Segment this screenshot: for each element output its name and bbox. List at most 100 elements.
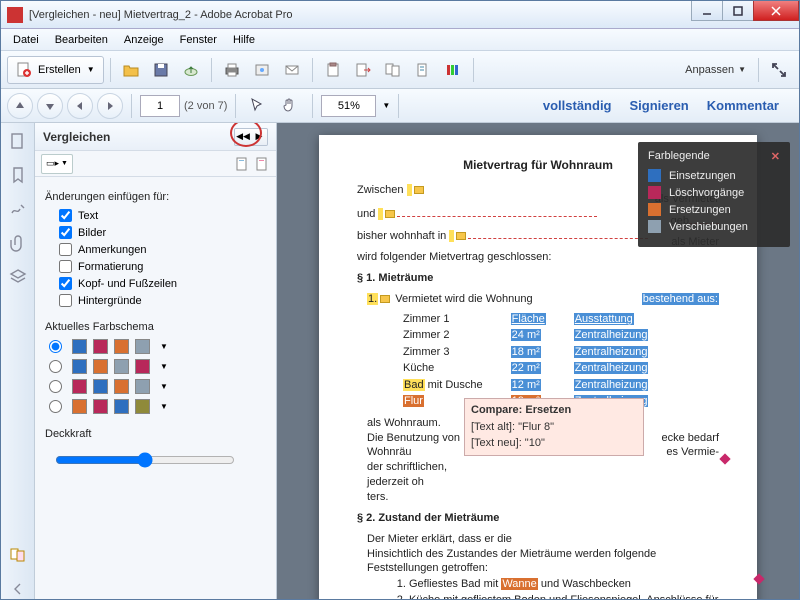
link-comment[interactable]: Kommentar (707, 98, 779, 113)
panel-nav-arrows: ◀◀ ▶ (234, 128, 268, 146)
navbar: (2 von 7) ▼ vollständig Signieren Kommen… (1, 89, 799, 123)
maximize-button[interactable] (722, 1, 754, 21)
chk-annotations[interactable]: Anmerkungen (59, 243, 266, 256)
menu-file[interactable]: Datei (5, 31, 47, 49)
color-scheme-row[interactable]: ▼ (49, 399, 266, 414)
color-swatch (93, 399, 108, 414)
color-scheme-row[interactable]: ▼ (49, 359, 266, 374)
fullscreen-button[interactable] (765, 56, 793, 84)
collapse-icon[interactable] (8, 579, 28, 599)
diff-marker (753, 573, 764, 584)
chk-backgrounds[interactable]: Hintergründe (59, 294, 266, 307)
attachments-icon[interactable] (8, 233, 28, 253)
chk-images[interactable]: Bilder (59, 226, 266, 239)
color-scheme-row[interactable]: ▼ (49, 339, 266, 354)
page-input[interactable] (140, 95, 180, 117)
color-swatch (135, 379, 150, 394)
link-full[interactable]: vollständig (543, 98, 612, 113)
cloud-button[interactable] (177, 56, 205, 84)
page-up-button[interactable] (7, 93, 33, 119)
minimize-button[interactable] (691, 1, 723, 21)
note-icon[interactable] (414, 186, 424, 194)
changes-heading: Änderungen einfügen für: (45, 191, 266, 203)
open-button[interactable] (117, 56, 145, 84)
mail-button[interactable] (278, 56, 306, 84)
save-button[interactable] (147, 56, 175, 84)
legend-label: Verschiebungen (669, 221, 748, 233)
color-swatch (72, 379, 87, 394)
combine-button[interactable] (379, 56, 407, 84)
create-button[interactable]: Erstellen ▼ (7, 56, 104, 84)
note-icon[interactable] (385, 210, 395, 218)
clipboard-icon (324, 61, 342, 79)
doc-a-icon[interactable] (234, 156, 250, 172)
dropdown-icon: ▼ (87, 65, 95, 74)
page-down-button[interactable] (37, 93, 63, 119)
dropdown-icon[interactable]: ▼ (160, 382, 168, 391)
chk-text[interactable]: Text (59, 209, 266, 222)
opacity-slider[interactable] (55, 452, 235, 468)
signatures-icon[interactable] (8, 199, 28, 219)
dropdown-icon[interactable]: ▼ (160, 342, 168, 351)
opacity-heading: Deckkraft (45, 428, 266, 440)
doc-b-icon[interactable] (254, 156, 270, 172)
edit-button[interactable] (409, 56, 437, 84)
note-icon[interactable] (380, 295, 390, 303)
compare-panel: Vergleichen ◀◀ ▶ ▭▸▼ Änderungen einfügen… (35, 123, 277, 599)
menu-edit[interactable]: Bearbeiten (47, 31, 116, 49)
panel-title: Vergleichen (43, 130, 234, 144)
compare-icon[interactable] (8, 545, 28, 565)
legend-row: Einsetzungen (648, 169, 780, 182)
clipboard-button[interactable] (319, 56, 347, 84)
zoom-input[interactable] (321, 95, 376, 117)
scan-icon (253, 61, 271, 79)
scheme-heading: Aktuelles Farbschema (45, 321, 266, 333)
color-swatch (135, 359, 150, 374)
toolbar: Erstellen ▼ Anpassen ▼ (1, 51, 799, 89)
color-button[interactable] (439, 56, 467, 84)
prev-diff-button[interactable]: ◀◀ (235, 129, 251, 145)
bookmarks-icon[interactable] (8, 165, 28, 185)
dropdown-icon[interactable]: ▼ (160, 402, 168, 411)
legend-title: Farblegende (648, 150, 710, 163)
menu-window[interactable]: Fenster (172, 31, 225, 49)
page-total: (2 von 7) (184, 100, 227, 112)
select-tool[interactable] (244, 92, 272, 120)
next-diff-button[interactable]: ▶ (251, 129, 267, 145)
color-swatch (135, 399, 150, 414)
export-icon (354, 61, 372, 79)
chk-headers[interactable]: Kopf- und Fußzeilen (59, 277, 266, 290)
edit-icon (414, 61, 432, 79)
titlebar: [Vergleichen - neu] Mietvertrag_2 - Adob… (1, 1, 799, 29)
scan-button[interactable] (248, 56, 276, 84)
create-icon (16, 62, 32, 78)
pages-icon[interactable] (8, 131, 28, 151)
chk-formatting[interactable]: Formatierung (59, 260, 266, 273)
expand-icon (770, 61, 788, 79)
close-button[interactable] (753, 1, 799, 21)
link-sign[interactable]: Signieren (630, 98, 689, 113)
color-icon (444, 61, 462, 79)
view-toggle[interactable]: ▭▸▼ (41, 154, 73, 174)
rooms-table: Zimmer 1 Zimmer 2 Zimmer 3 Küche Bad mit… (403, 311, 719, 410)
history-back-button[interactable] (67, 93, 93, 119)
diff-marker (719, 453, 730, 464)
arrow-down-icon (44, 100, 56, 112)
legend-close[interactable]: ✕ (771, 150, 780, 163)
cursor-icon (249, 97, 267, 115)
app-window: [Vergleichen - neu] Mietvertrag_2 - Adob… (0, 0, 800, 600)
color-swatch (93, 339, 108, 354)
hand-tool[interactable] (276, 92, 304, 120)
layers-icon[interactable] (8, 267, 28, 287)
note-icon[interactable] (456, 232, 466, 240)
dropdown-icon[interactable]: ▼ (160, 362, 168, 371)
customize-button[interactable]: Anpassen ▼ (679, 64, 752, 76)
menu-view[interactable]: Anzeige (116, 31, 172, 49)
color-scheme-row[interactable]: ▼ (49, 379, 266, 394)
export-button[interactable] (349, 56, 377, 84)
print-button[interactable] (218, 56, 246, 84)
history-fwd-button[interactable] (97, 93, 123, 119)
menu-help[interactable]: Hilfe (225, 31, 263, 49)
tooltip-old: [Text alt]: "Flur 8" (471, 420, 637, 435)
legend-row: Verschiebungen (648, 220, 780, 233)
